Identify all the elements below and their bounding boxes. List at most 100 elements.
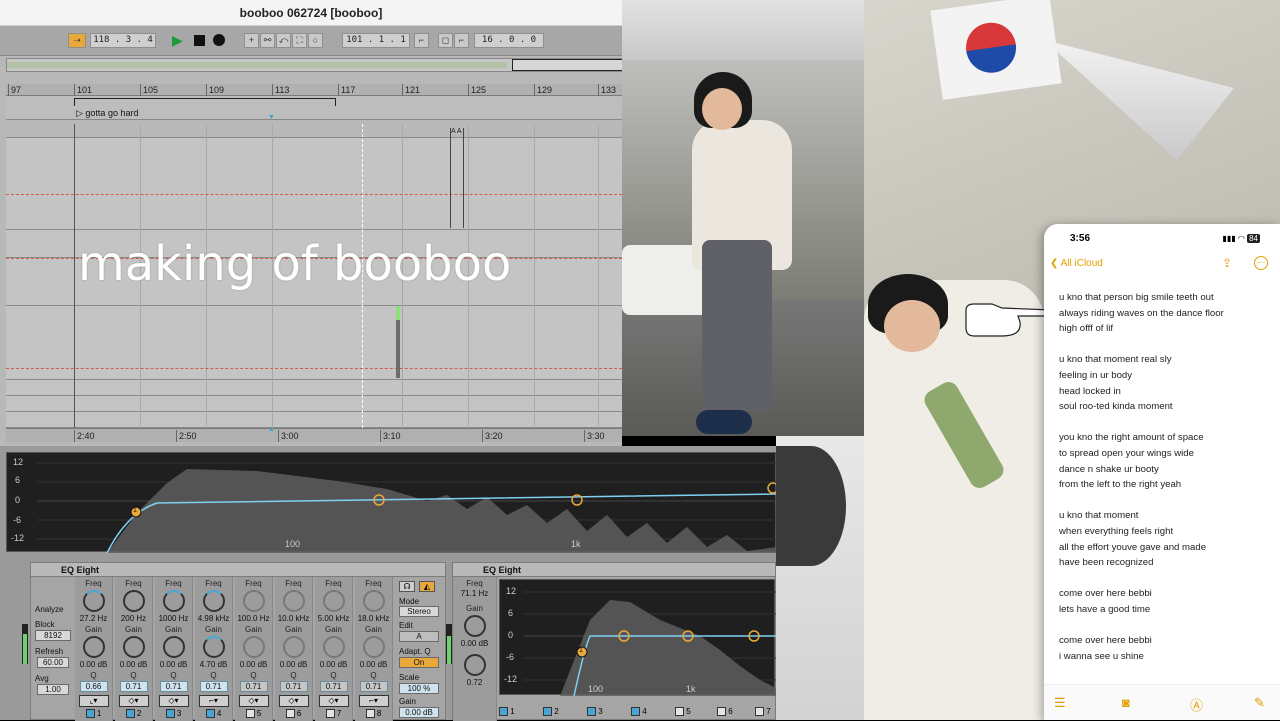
band-checkbox[interactable] bbox=[285, 709, 295, 719]
loop-start[interactable]: 101 . 1 . 1 bbox=[342, 33, 410, 48]
stop-button[interactable] bbox=[194, 35, 205, 46]
q-value[interactable]: 0.72 bbox=[453, 678, 496, 687]
block-select[interactable]: 8192 bbox=[35, 630, 71, 641]
band-toggle[interactable]: 1 bbox=[499, 707, 515, 717]
audition-button[interactable]: ☊ bbox=[399, 581, 415, 592]
loop-length[interactable]: 16 . 0 . 0 bbox=[474, 33, 544, 48]
refresh-field[interactable]: 60.00 bbox=[37, 657, 69, 668]
filter-type-select[interactable]: ⌐▾ bbox=[198, 695, 229, 707]
punch-in-button[interactable]: ⌐ bbox=[414, 33, 429, 48]
follow-button[interactable]: ➝ bbox=[68, 33, 86, 48]
freq-value[interactable]: 27.2 Hz bbox=[75, 614, 112, 623]
filter-type-select[interactable]: ⌞▾ bbox=[78, 695, 109, 707]
track-lane[interactable] bbox=[6, 380, 622, 396]
gain-value[interactable]: 0.00 dB bbox=[275, 660, 312, 669]
band-checkbox[interactable] bbox=[205, 709, 215, 719]
band-checkbox[interactable] bbox=[245, 709, 255, 719]
device-title[interactable]: EQ Eight bbox=[31, 563, 445, 577]
band-toggle[interactable]: 1 bbox=[75, 709, 112, 719]
checklist-icon[interactable]: ☰ bbox=[1054, 695, 1066, 711]
freq-knob[interactable] bbox=[282, 590, 305, 612]
q-value[interactable]: 0.71 bbox=[359, 681, 388, 692]
midi-clip-head[interactable] bbox=[396, 306, 400, 320]
arrangement-overview[interactable] bbox=[6, 58, 622, 72]
gain-knob[interactable] bbox=[322, 636, 345, 658]
loop-switch-button[interactable]: ◻ bbox=[438, 33, 453, 48]
gain-knob[interactable] bbox=[463, 615, 486, 637]
filter-type-select[interactable]: ◇▾ bbox=[158, 695, 189, 707]
output-gain-field[interactable]: 0.00 dB bbox=[399, 707, 439, 718]
time-ruler[interactable]: 2:40 2:50 3:00 3:10 3:20 3:30 ▲ bbox=[6, 426, 622, 442]
gain-value[interactable]: 0.00 dB bbox=[115, 660, 152, 669]
q-knob[interactable] bbox=[463, 654, 486, 676]
gain-value[interactable]: 0.00 dB bbox=[75, 660, 112, 669]
compose-icon[interactable]: ✎ bbox=[1254, 695, 1265, 711]
track-lane[interactable] bbox=[6, 412, 622, 428]
adaptive-view-button[interactable]: ◭ bbox=[419, 581, 435, 592]
mode-select[interactable]: Stereo bbox=[399, 606, 439, 617]
device-title[interactable]: EQ Eight bbox=[453, 563, 775, 577]
track-lane[interactable] bbox=[6, 138, 622, 230]
freq-knob[interactable] bbox=[162, 590, 185, 612]
filter-type-select[interactable]: ◇▾ bbox=[318, 695, 349, 707]
gain-knob[interactable] bbox=[242, 636, 265, 658]
band-toggle[interactable]: 6 bbox=[275, 709, 312, 719]
band-toggle[interactable]: 2 bbox=[115, 709, 152, 719]
eq-spectrum-display[interactable]: 1 12 6 0 -6 -12 100 1k bbox=[6, 452, 779, 554]
eq-eight-device-2[interactable]: ▶ EQ Eight Freq 71.1 Hz Gain 0.00 dB 0.7… bbox=[452, 562, 776, 721]
song-position[interactable]: 118 . 3 . 4 bbox=[90, 33, 156, 48]
band-toggle[interactable]: 6 bbox=[717, 707, 733, 717]
freq-knob[interactable] bbox=[82, 590, 105, 612]
scale-field[interactable]: 100 % bbox=[399, 683, 439, 694]
band-checkbox[interactable] bbox=[85, 709, 95, 719]
filter-type-select[interactable]: ◇▾ bbox=[238, 695, 269, 707]
markup-icon[interactable]: Ⓐ bbox=[1190, 695, 1203, 714]
gain-value[interactable]: 4.70 dB bbox=[195, 660, 232, 669]
overview-viewport[interactable] bbox=[512, 59, 622, 71]
freq-knob[interactable] bbox=[322, 590, 345, 612]
freq-value[interactable]: 71.1 Hz bbox=[453, 589, 496, 598]
freq-value[interactable]: 1000 Hz bbox=[155, 614, 192, 623]
band-toggle[interactable]: 3 bbox=[155, 709, 192, 719]
q-value[interactable]: 0.71 bbox=[119, 681, 148, 692]
locator-label[interactable]: ▷ gotta go hard bbox=[76, 108, 138, 119]
session-record-button[interactable]: ○ bbox=[308, 33, 323, 48]
q-value[interactable]: 0.71 bbox=[319, 681, 348, 692]
band-checkbox[interactable] bbox=[125, 709, 135, 719]
more-icon[interactable]: ··· bbox=[1254, 256, 1268, 270]
q-value[interactable]: 0.66 bbox=[79, 681, 108, 692]
gain-knob[interactable] bbox=[162, 636, 185, 658]
back-button[interactable]: ❮ All iCloud bbox=[1050, 258, 1103, 269]
band-checkbox[interactable] bbox=[365, 709, 375, 719]
freq-value[interactable]: 100.0 Hz bbox=[235, 614, 272, 623]
gain-value[interactable]: 0.00 dB bbox=[235, 660, 272, 669]
gain-knob[interactable] bbox=[122, 636, 145, 658]
gain-value[interactable]: 0.00 dB bbox=[315, 660, 352, 669]
freq-knob[interactable] bbox=[122, 590, 145, 612]
loop-brace[interactable] bbox=[74, 98, 336, 106]
play-button[interactable]: ▶ bbox=[172, 32, 183, 49]
freq-value[interactable]: 18.0 kHz bbox=[355, 614, 392, 623]
gain-value[interactable]: 0.00 dB bbox=[453, 639, 496, 648]
freq-knob[interactable] bbox=[202, 590, 225, 612]
gain-knob[interactable] bbox=[82, 636, 105, 658]
freq-value[interactable]: 200 Hz bbox=[115, 614, 152, 623]
capture-button[interactable]: ⛶ bbox=[292, 33, 307, 48]
band-toggle[interactable]: 7 bbox=[755, 707, 771, 717]
eq-eight-device[interactable]: ▲ EQ Eight Analyze Block 8192 Refresh 60… bbox=[30, 562, 446, 721]
avg-field[interactable]: 1.00 bbox=[37, 684, 69, 695]
edit-button[interactable]: A bbox=[399, 631, 439, 642]
bar-ruler[interactable]: 97 101 105 109 113 117 121 125 129 133 bbox=[6, 84, 622, 96]
track-lane[interactable] bbox=[6, 396, 622, 412]
q-value[interactable]: 0.71 bbox=[159, 681, 188, 692]
band-toggle[interactable]: 3 bbox=[587, 707, 603, 717]
freq-value[interactable]: 10.0 kHz bbox=[275, 614, 312, 623]
camera-icon[interactable]: ◙ bbox=[1122, 695, 1130, 710]
track-lane[interactable] bbox=[6, 124, 622, 138]
punch-out-button[interactable]: ⌐ bbox=[454, 33, 469, 48]
back-to-arrangement-button[interactable]: ⤺ bbox=[276, 33, 291, 48]
freq-knob[interactable] bbox=[242, 590, 265, 612]
gain-knob[interactable] bbox=[282, 636, 305, 658]
band-toggle[interactable]: 7 bbox=[315, 709, 352, 719]
filter-type-select[interactable]: ⌐▾ bbox=[358, 695, 389, 707]
